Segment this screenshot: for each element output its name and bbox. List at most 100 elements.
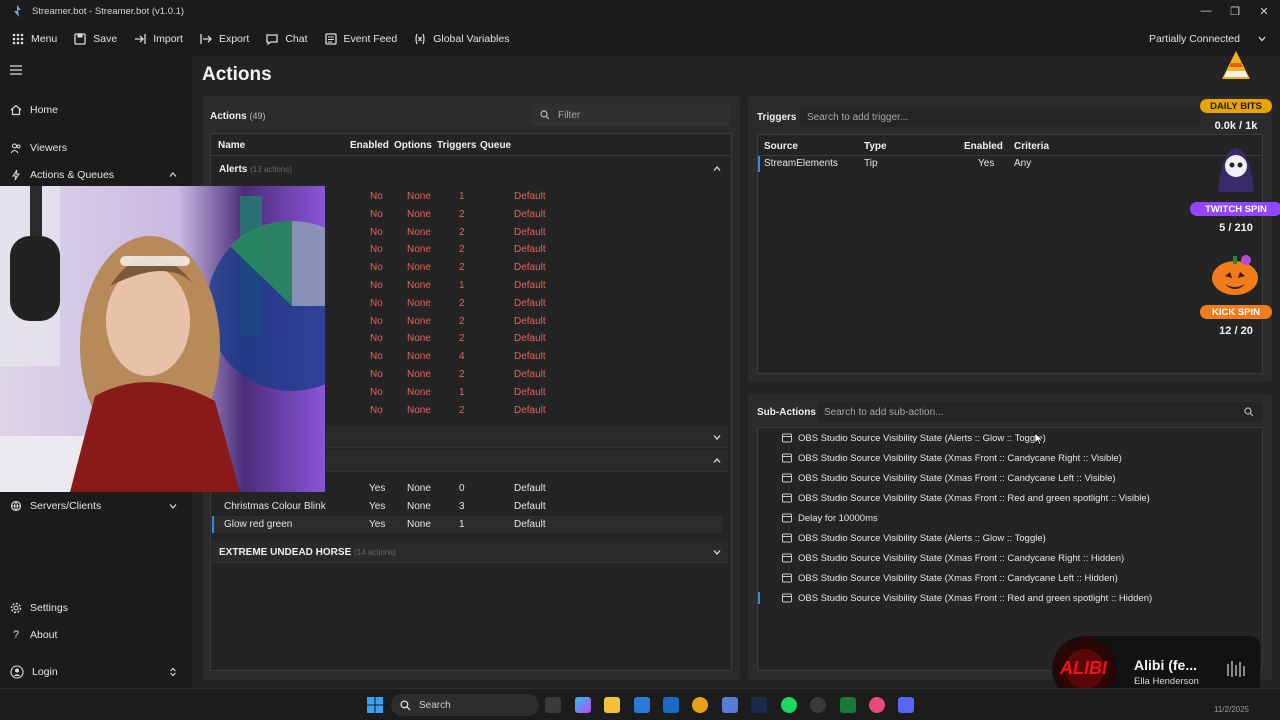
chevron-up-icon — [713, 166, 721, 171]
column-header-criteria[interactable]: Criteria — [1014, 141, 1049, 152]
trigger-row[interactable]: StreamElements Tip Yes Any — [758, 156, 1262, 172]
column-header-options[interactable]: Options — [394, 140, 432, 151]
cell-enabled: No — [370, 315, 383, 327]
store-icon[interactable] — [634, 697, 650, 713]
chevron-up-icon — [713, 458, 721, 463]
save-button[interactable]: Save — [65, 22, 125, 56]
group-header-alerts[interactable]: Alerts (13 actions) — [212, 158, 728, 180]
subaction-search-input[interactable]: Search to add sub-action... — [818, 402, 1262, 422]
track-artist: Ella Henderson — [1134, 676, 1199, 687]
obs-icon[interactable] — [810, 697, 826, 713]
chat-button[interactable]: Chat — [257, 22, 315, 56]
group-name-text: Alerts — [219, 164, 248, 175]
sidebar-item-settings[interactable]: Settings — [10, 598, 182, 618]
cell-enabled: No — [370, 208, 383, 220]
sidebar-item-login[interactable]: Login — [10, 662, 182, 682]
column-header-name[interactable]: Name — [218, 140, 245, 151]
event-feed-button[interactable]: Event Feed — [316, 22, 406, 56]
cell-options: None — [407, 226, 431, 238]
track-title: Alibi (fe... — [1134, 657, 1197, 673]
cell-options: None — [407, 333, 431, 345]
cell-triggers: 1 — [459, 191, 465, 202]
cell-options: None — [407, 351, 431, 363]
subaction-label: Delay for 10000ms — [798, 512, 878, 524]
hamburger-icon[interactable] — [10, 65, 22, 75]
minimize-button[interactable]: — — [1192, 0, 1220, 22]
cell-name: Christmas Colour Blink — [224, 501, 326, 512]
subaction-item[interactable]: Delay for 10000ms — [782, 509, 878, 527]
close-button[interactable]: ✕ — [1250, 0, 1278, 22]
cell-options: None — [407, 208, 431, 220]
subaction-item[interactable]: OBS Studio Source Visibility State (Xmas… — [782, 569, 1118, 587]
cell-triggers: 1 — [459, 280, 465, 291]
discord-icon[interactable] — [898, 697, 914, 713]
maximize-button[interactable]: ❐ — [1221, 0, 1249, 22]
column-header-type[interactable]: Type — [864, 141, 887, 152]
cell-triggers: 2 — [459, 315, 465, 327]
outlook-icon[interactable] — [663, 697, 679, 713]
import-button[interactable]: Import — [125, 22, 191, 56]
window-title: Streamer.bot - Streamer.bot (v1.0.1) — [32, 5, 185, 17]
excel-icon[interactable] — [840, 697, 856, 713]
feed-icon — [324, 33, 337, 45]
steam-icon[interactable] — [751, 697, 767, 713]
daily-bits-icon — [1214, 45, 1258, 89]
cell-triggers: 3 — [459, 501, 465, 512]
column-header-enabled[interactable]: Enabled — [964, 141, 1003, 152]
cell-triggers: 1 — [459, 386, 465, 398]
global-variables-button[interactable]: Global Variables — [405, 22, 517, 56]
column-header-queue[interactable]: Queue — [480, 140, 511, 151]
question-icon: ? — [12, 629, 20, 641]
table-row[interactable]: Glow red green Yes None 1 Default — [212, 516, 722, 533]
subaction-item[interactable]: OBS Studio Source Visibility State (Aler… — [782, 429, 1046, 447]
subactions-title: Sub-Actions — [757, 407, 816, 418]
selected-indicator — [758, 592, 760, 604]
windows-start-icon[interactable] — [367, 697, 383, 713]
subaction-item[interactable]: OBS Studio Source Visibility State (Xmas… — [782, 589, 1152, 607]
cell-options: None — [407, 501, 431, 512]
sidebar-item-viewers[interactable]: Viewers — [10, 138, 182, 158]
sidebar-item-about[interactable]: ? About — [10, 625, 182, 645]
subaction-item[interactable]: OBS Studio Source Visibility State (Xmas… — [782, 489, 1150, 507]
export-button[interactable]: Export — [191, 22, 257, 56]
subaction-item[interactable]: OBS Studio Source Visibility State (Aler… — [782, 529, 1046, 547]
file-explorer-icon[interactable] — [604, 697, 620, 713]
cell-enabled: Yes — [369, 483, 386, 494]
subaction-item[interactable]: OBS Studio Source Visibility State (Xmas… — [782, 449, 1122, 467]
column-header-source[interactable]: Source — [764, 141, 798, 152]
sidebar-item-label: About — [30, 629, 58, 641]
sidebar-item-home[interactable]: Home — [10, 100, 182, 120]
event-feed-label: Event Feed — [343, 33, 398, 45]
table-row[interactable]: Christmas Colour Blink Yes None 3 Default — [212, 498, 722, 515]
cell-queue: Default — [514, 369, 546, 380]
filter-input[interactable]: Filter — [532, 104, 730, 126]
subaction-label: OBS Studio Source Visibility State (Aler… — [798, 532, 1046, 544]
column-header-triggers[interactable]: Triggers — [437, 140, 476, 151]
cell-queue: Default — [514, 519, 546, 530]
subaction-item[interactable]: OBS Studio Source Visibility State (Xmas… — [782, 549, 1124, 567]
group-header-extreme-undead-horse[interactable]: EXTREME UNDEAD HORSE (14 actions) — [212, 541, 728, 563]
menu-button[interactable]: Menu — [3, 22, 65, 56]
trigger-search-input[interactable]: Search to add trigger... — [800, 107, 1200, 127]
chevron-down-icon[interactable] — [1257, 34, 1267, 44]
sidebar-item-actions-queues[interactable]: Actions & Queues — [10, 165, 182, 185]
streamerbot-taskbar-icon[interactable] — [722, 697, 738, 713]
cell-enabled: No — [370, 244, 383, 256]
spotify-icon[interactable] — [781, 697, 797, 713]
cell-enabled: No — [370, 404, 383, 416]
copilot-icon[interactable] — [575, 697, 591, 713]
task-view-icon[interactable] — [545, 697, 561, 713]
cell-queue: Default — [514, 351, 546, 363]
subaction-item[interactable]: OBS Studio Source Visibility State (Xmas… — [782, 469, 1116, 487]
cell-triggers: 2 — [459, 244, 465, 256]
column-header-enabled[interactable]: Enabled — [350, 140, 389, 151]
chrome-icon[interactable] — [692, 697, 708, 713]
app-icon[interactable] — [869, 697, 885, 713]
cell-triggers: 0 — [459, 483, 465, 494]
sidebar-item-servers-clients[interactable]: Servers/Clients — [10, 496, 182, 516]
taskbar-search[interactable]: Search — [391, 694, 539, 716]
chevron-down-icon — [713, 435, 721, 440]
webcam-overlay — [0, 186, 325, 492]
actions-table-header: Name Enabled Options Triggers Queue — [211, 134, 731, 156]
subaction-label: OBS Studio Source Visibility State (Xmas… — [798, 472, 1116, 484]
